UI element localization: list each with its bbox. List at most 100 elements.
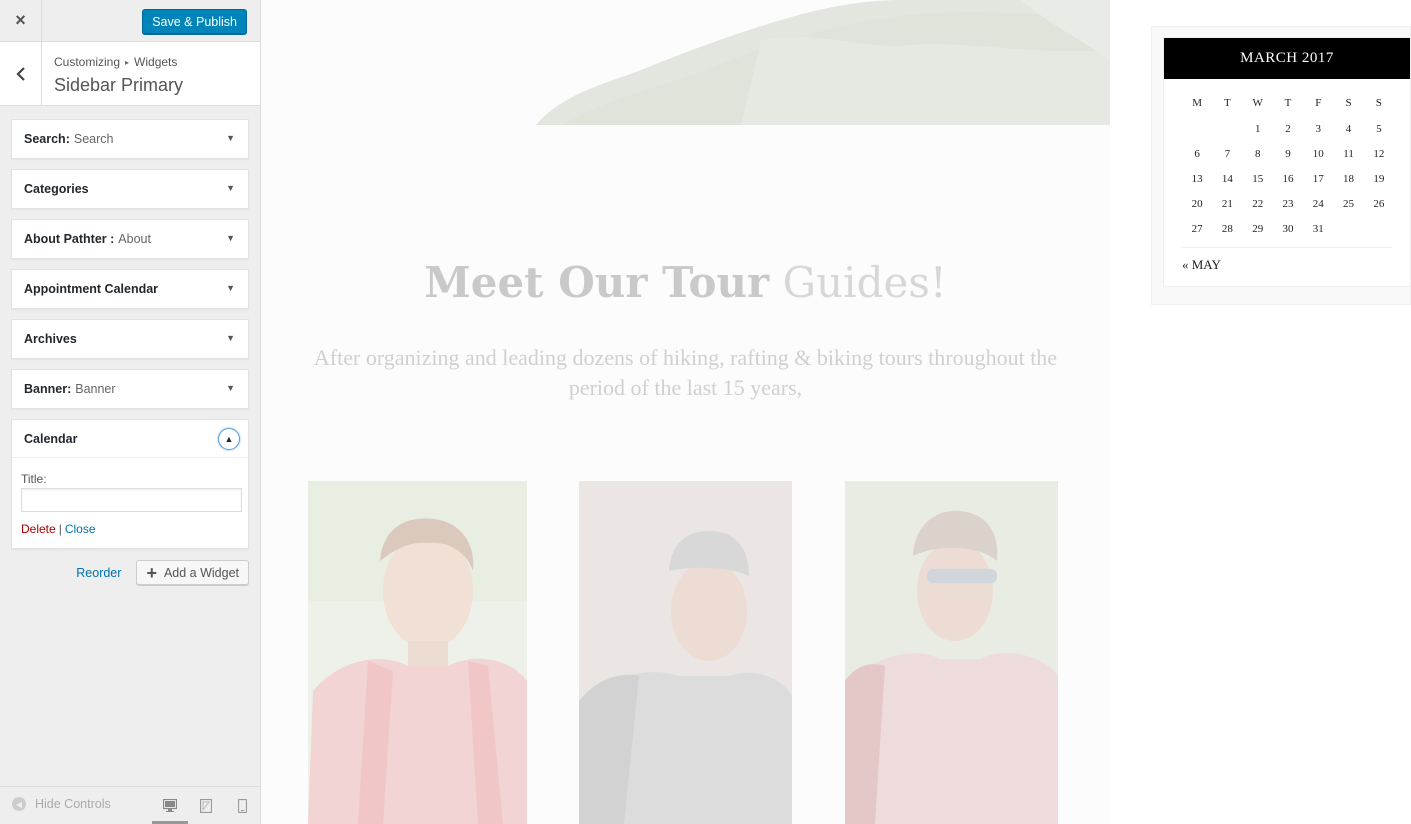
calendar-day: 5	[1376, 122, 1382, 135]
desktop-icon	[163, 799, 177, 812]
calendar-day: 2	[1285, 122, 1291, 135]
reorder-link[interactable]: Reorder	[76, 566, 121, 580]
calendar-day: 20	[1191, 197, 1203, 210]
calendar-day: 28	[1221, 222, 1233, 235]
calendar-day: 31	[1312, 222, 1324, 235]
close-widget-link[interactable]: Close	[65, 522, 96, 536]
calendar-day: 7	[1224, 147, 1231, 160]
calendar-day: 12	[1373, 147, 1385, 160]
calendar-day: 4	[1345, 122, 1352, 135]
tablet-icon	[200, 798, 212, 813]
delete-widget-link[interactable]: Delete	[21, 522, 56, 536]
caret-down-icon[interactable]: ▼	[226, 233, 235, 243]
calendar-day	[1212, 116, 1242, 141]
calendar-day: 1	[1254, 122, 1261, 135]
widget-header[interactable]: Categories ▼	[12, 170, 248, 208]
calendar-day: 26	[1373, 197, 1385, 210]
calendar-prev-link[interactable]: « MAY	[1182, 247, 1392, 286]
caret-down-icon[interactable]: ▼	[226, 333, 235, 343]
widget-header[interactable]: Appointment Calendar ▼	[12, 270, 248, 308]
widget-header[interactable]: Archives ▼	[12, 320, 248, 358]
section-title: Sidebar Primary	[54, 75, 184, 95]
caret-down-icon[interactable]: ▼	[226, 133, 235, 143]
breadcrumb-separator: ▸	[125, 58, 130, 67]
widget-title: Categories	[24, 182, 89, 196]
caret-down-icon[interactable]: ▼	[226, 183, 235, 193]
widget-title: Calendar	[24, 431, 78, 446]
widget-appointment-calendar[interactable]: Appointment Calendar ▼	[11, 269, 249, 309]
calendar-week: 20 21 22 23 24 25 26	[1182, 191, 1394, 216]
widget-header[interactable]: Banner: Banner ▼	[12, 370, 248, 408]
action-separator: |	[58, 522, 62, 536]
caret-down-icon[interactable]: ▼	[226, 283, 235, 293]
back-button[interactable]	[0, 42, 42, 105]
guide-photo-1	[308, 481, 527, 824]
calendar-weekday-row: M T W T F S S	[1182, 89, 1394, 116]
save-publish-button[interactable]: Save & Publish	[142, 9, 247, 34]
widget-subtitle: Search	[73, 132, 114, 146]
desktop-preview-button[interactable]	[152, 787, 188, 824]
widget-calendar[interactable]: Calendar ▲ Title: Delete | Close	[11, 419, 249, 549]
calendar-day: 11	[1343, 147, 1354, 160]
widget-header[interactable]: Search: Search ▼	[12, 120, 248, 158]
widget-archives[interactable]: Archives ▼	[11, 319, 249, 359]
calendar-day: 3	[1315, 122, 1322, 135]
section-header: Customizing ▸ Widgets Sidebar Primary	[0, 42, 260, 106]
widget-footer: Reorder + Add a Widget	[0, 559, 260, 585]
guides-subtitle: After organizing and leading dozens of h…	[313, 345, 1058, 400]
close-icon: ×	[15, 10, 26, 30]
preview-sidebar: MARCH 2017 M T W T F S S 1 2 3 4 5 6 7 8…	[1151, 26, 1411, 305]
widget-actions: Delete | Close	[21, 522, 239, 536]
calendar-day: 6	[1194, 147, 1200, 160]
calendar-day: 25	[1343, 197, 1355, 210]
widget-banner[interactable]: Banner: Banner ▼	[11, 369, 249, 409]
widget-search[interactable]: Search: Search ▼	[11, 119, 249, 159]
mobile-icon	[237, 798, 247, 813]
widget-header[interactable]: About Pathter : About ▼	[12, 220, 248, 258]
add-widget-button[interactable]: + Add a Widget	[136, 560, 249, 585]
widget-categories[interactable]: Categories ▼	[11, 169, 249, 209]
customizer-footer: ◀ Hide Controls	[0, 786, 260, 824]
widget-form: Title: Delete | Close	[12, 458, 248, 548]
widget-subtitle: About	[118, 232, 151, 246]
guide-photo-2	[579, 481, 792, 824]
weekday-label: S	[1375, 96, 1382, 109]
close-customizer-button[interactable]: ×	[0, 0, 42, 41]
breadcrumb-root: Customizing	[54, 55, 121, 69]
guide-photo-3	[845, 481, 1058, 824]
calendar-day: 8	[1254, 147, 1261, 160]
calendar-day: 15	[1252, 172, 1264, 185]
caret-up-icon[interactable]: ▲	[218, 428, 240, 450]
hide-controls-button[interactable]: ◀ Hide Controls	[12, 797, 111, 811]
calendar-day	[1182, 116, 1212, 141]
calendar-day: 14	[1221, 172, 1233, 185]
calendar-day: 9	[1285, 147, 1291, 160]
calendar-day: 29	[1252, 222, 1264, 235]
calendar-day: 22	[1252, 197, 1264, 210]
calendar-day: 21	[1221, 197, 1233, 210]
tablet-preview-button[interactable]	[188, 787, 224, 824]
calendar-week: 27 28 29 30 31	[1182, 216, 1394, 241]
calendar-table: M T W T F S S 1 2 3 4 5 6 7 8 9 10 11 12…	[1182, 89, 1394, 241]
widget-title: Search:	[24, 132, 70, 146]
calendar-day: 13	[1191, 172, 1203, 185]
caret-down-icon[interactable]: ▼	[226, 383, 235, 393]
calendar-day: 30	[1282, 222, 1294, 235]
widget-header[interactable]: Calendar ▲	[12, 420, 248, 458]
mobile-preview-button[interactable]	[224, 787, 260, 824]
collapse-arrow-icon: ◀	[12, 797, 26, 811]
mountain-banner-image	[261, 0, 1110, 125]
title-field-label: Title:	[21, 472, 47, 486]
widget-title: About Pathter :	[24, 232, 115, 246]
calendar-day: 19	[1373, 172, 1385, 185]
weekday-label: S	[1345, 96, 1352, 109]
weekday-label: W	[1252, 96, 1263, 109]
breadcrumb: Customizing ▸ Widgets	[54, 55, 177, 69]
widget-title: Appointment Calendar	[24, 282, 159, 296]
widget-about[interactable]: About Pathter : About ▼	[11, 219, 249, 259]
calendar-day: 17	[1312, 172, 1324, 185]
calendar-day: 10	[1312, 147, 1324, 160]
weekday-label: F	[1315, 96, 1322, 109]
title-field-input[interactable]	[21, 488, 242, 512]
plus-icon: +	[146, 562, 157, 583]
